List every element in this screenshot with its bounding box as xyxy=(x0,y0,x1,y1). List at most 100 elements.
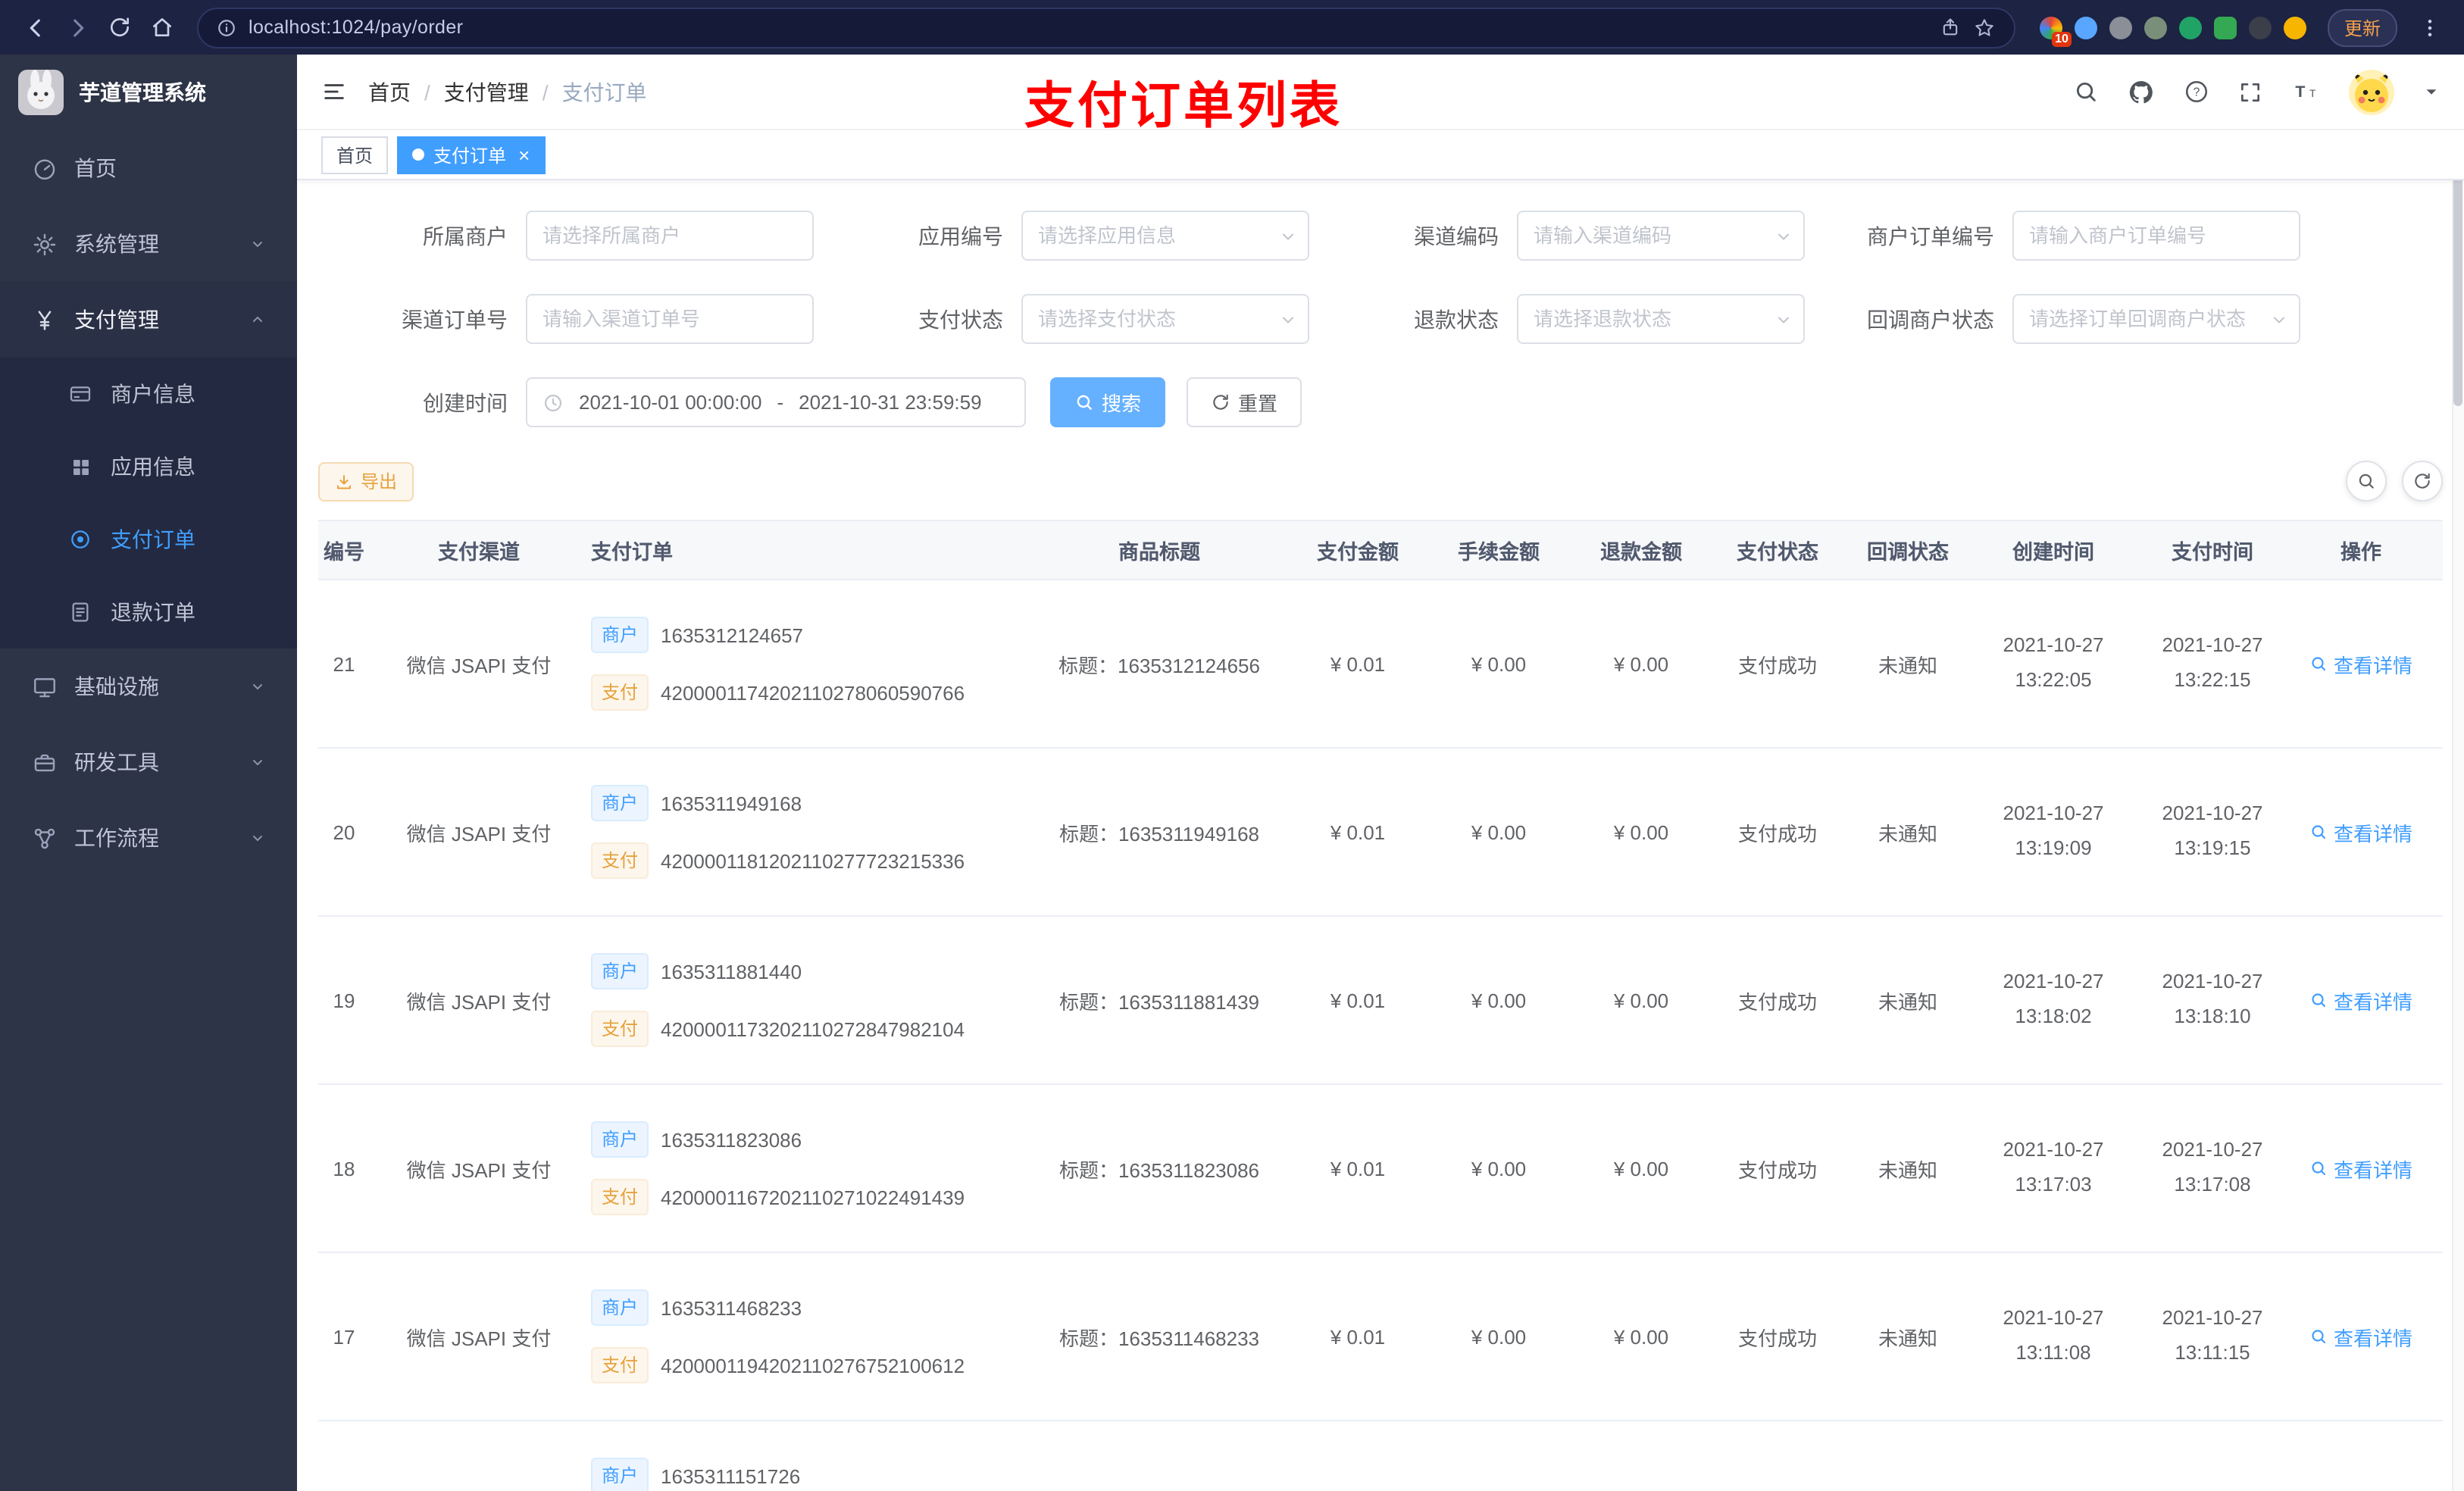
export-button[interactable]: 导出 xyxy=(318,461,414,501)
filter-field-channel-code: 渠道编码 xyxy=(1309,211,1805,261)
clock-icon xyxy=(543,392,564,413)
extension-icon-7[interactable] xyxy=(2248,16,2272,39)
fullscreen-icon[interactable] xyxy=(2238,80,2262,104)
cell-pay-time: 2021-10-27 13:18:10 xyxy=(2162,970,2263,1028)
magnifier-icon xyxy=(2312,1161,2326,1176)
pay-tag: 支付 xyxy=(591,1011,649,1047)
col-pay-time: 支付时间 xyxy=(2172,541,2253,564)
tab-home[interactable]: 首页 xyxy=(321,136,389,173)
filter-field-create-time: 创建时间 2021-10-01 00:00:00 - 2021-10-31 23… xyxy=(318,377,1026,427)
bookmark-star-icon[interactable] xyxy=(1973,16,1996,39)
sidebar-item-pay-order[interactable]: 支付订单 xyxy=(0,503,297,576)
cell-pay-status: 支付成功 xyxy=(1737,1327,1817,1349)
forward-icon[interactable] xyxy=(58,8,97,47)
logo[interactable]: 芋道管理系统 xyxy=(0,55,297,130)
scrollbar[interactable] xyxy=(2452,55,2464,1491)
view-detail-link[interactable]: 查看详情 xyxy=(2309,649,2412,678)
workflow-icon xyxy=(30,824,58,852)
sidebar-item-label: 支付订单 xyxy=(111,527,195,552)
filter-label: 渠道编码 xyxy=(1414,223,1499,248)
extension-icon-6[interactable] xyxy=(2213,16,2237,39)
reload-icon[interactable] xyxy=(100,8,139,47)
sidebar-item-system[interactable]: 系统管理 xyxy=(0,206,297,282)
sidebar-toggle[interactable] xyxy=(321,79,347,105)
home-icon[interactable] xyxy=(142,8,182,47)
help-icon[interactable]: ? xyxy=(2184,79,2209,105)
app-no-select[interactable] xyxy=(1021,211,1309,261)
cell-title: 标题：1635312124656 xyxy=(1058,654,1260,677)
extension-icon-2[interactable] xyxy=(2074,16,2097,39)
breadcrumb-payment[interactable]: 支付管理 xyxy=(444,77,529,107)
user-avatar[interactable] xyxy=(2349,69,2394,114)
breadcrumb-current: 支付订单 xyxy=(561,80,647,104)
tab-label: 支付订单 xyxy=(433,145,507,166)
col-refund: 退款金额 xyxy=(1600,541,1682,564)
filter-field-channel-order-no: 渠道订单号 xyxy=(318,294,814,344)
pay-order-line: 支付 4200001173202110272847982104 xyxy=(591,1011,965,1047)
extension-icon-3[interactable] xyxy=(2109,16,2132,39)
svg-text:T: T xyxy=(2295,83,2305,101)
sidebar-item-dev-tools[interactable]: 研发工具 xyxy=(0,724,297,800)
yen-icon xyxy=(30,306,58,333)
sidebar-item-infrastructure[interactable]: 基础设施 xyxy=(0,649,297,724)
channel-order-no-input[interactable] xyxy=(526,294,814,344)
reset-button[interactable]: 重置 xyxy=(1187,377,1302,427)
breadcrumb-home[interactable]: 首页 xyxy=(368,77,411,107)
cell-refund: ¥ 0.00 xyxy=(1613,1157,1669,1180)
channel-pay-no: 4200001181202110277723215336 xyxy=(661,849,965,872)
cell-pay-time: 2021-10-27 13:17:08 xyxy=(2162,1138,2263,1196)
merchant-tag: 商户 xyxy=(591,953,649,989)
merchant-input[interactable] xyxy=(526,211,814,261)
cell-create-time: 2021-10-27 13:19:09 xyxy=(2003,802,2104,860)
extension-icon-8[interactable] xyxy=(2283,16,2306,39)
breadcrumb-separator: / xyxy=(542,80,549,104)
extension-icon-1[interactable]: 10 xyxy=(2039,16,2072,46)
sidebar-item-workflow[interactable]: 工作流程 xyxy=(0,800,297,876)
notify-status-select[interactable] xyxy=(2012,294,2300,344)
monitor-icon xyxy=(30,673,58,700)
magnifier-icon xyxy=(2312,1330,2326,1344)
tab-pay-order[interactable]: 支付订单 × xyxy=(397,136,546,173)
address-bar[interactable]: localhost:1024/pay/order xyxy=(197,7,2015,48)
date-range-picker[interactable]: 2021-10-01 00:00:00 - 2021-10-31 23:59:5… xyxy=(526,377,1026,427)
cell-action: 查看详情 xyxy=(2291,749,2431,915)
merchant-order-no-input[interactable] xyxy=(2012,211,2300,261)
browser-update-button[interactable]: 更新 xyxy=(2327,8,2397,46)
grid-icon xyxy=(67,453,94,480)
tab-close-icon[interactable]: × xyxy=(518,145,530,164)
github-icon[interactable] xyxy=(2128,78,2155,105)
view-detail-label: 查看详情 xyxy=(2333,654,2412,677)
sidebar-item-refund-order[interactable]: 退款订单 xyxy=(0,576,297,649)
search-button[interactable]: 搜索 xyxy=(1050,377,1166,427)
sidebar-item-payment[interactable]: 支付管理 xyxy=(0,282,297,358)
view-detail-link[interactable]: 查看详情 xyxy=(2309,1154,2412,1183)
refresh-table-button[interactable] xyxy=(2402,461,2443,502)
refund-status-select[interactable] xyxy=(1517,294,1805,344)
sidebar-item-home[interactable]: 首页 xyxy=(0,130,297,206)
col-id: 编号 xyxy=(324,541,364,564)
col-pay-order: 支付订单 xyxy=(591,541,673,564)
sidebar-menu: 首页 系统管理 支付管理 商户信息 应用信息 支付订单 退款订单 基础设施 研发… xyxy=(0,130,297,876)
active-dot-icon xyxy=(412,148,425,161)
view-detail-link[interactable]: 查看详情 xyxy=(2309,817,2412,846)
merchant-order-line: 商户 1635311949168 xyxy=(591,785,802,821)
caret-down-icon[interactable] xyxy=(2423,83,2440,100)
view-detail-link[interactable]: 查看详情 xyxy=(2309,986,2412,1014)
share-icon[interactable] xyxy=(1940,17,1961,38)
toggle-search-button[interactable] xyxy=(2346,461,2387,502)
cell-refund: ¥ 0.00 xyxy=(1613,652,1669,675)
font-size-icon[interactable]: TT xyxy=(2291,79,2320,105)
extension-icon-5[interactable] xyxy=(2178,16,2202,39)
channel-code-select[interactable] xyxy=(1517,211,1805,261)
view-detail-link[interactable]: 查看详情 xyxy=(2309,1322,2412,1351)
site-info-icon[interactable] xyxy=(217,17,236,37)
browser-menu-icon[interactable] xyxy=(2409,8,2449,47)
pay-status-select[interactable] xyxy=(1021,294,1309,344)
sidebar-item-app-info[interactable]: 应用信息 xyxy=(0,430,297,503)
back-icon[interactable] xyxy=(15,8,55,47)
download-icon xyxy=(337,474,351,489)
search-icon[interactable] xyxy=(2073,79,2099,105)
sidebar-item-merchant-info[interactable]: 商户信息 xyxy=(0,358,297,430)
col-notify-status: 回调状态 xyxy=(1867,541,1949,564)
extension-icon-4[interactable] xyxy=(2143,16,2167,39)
